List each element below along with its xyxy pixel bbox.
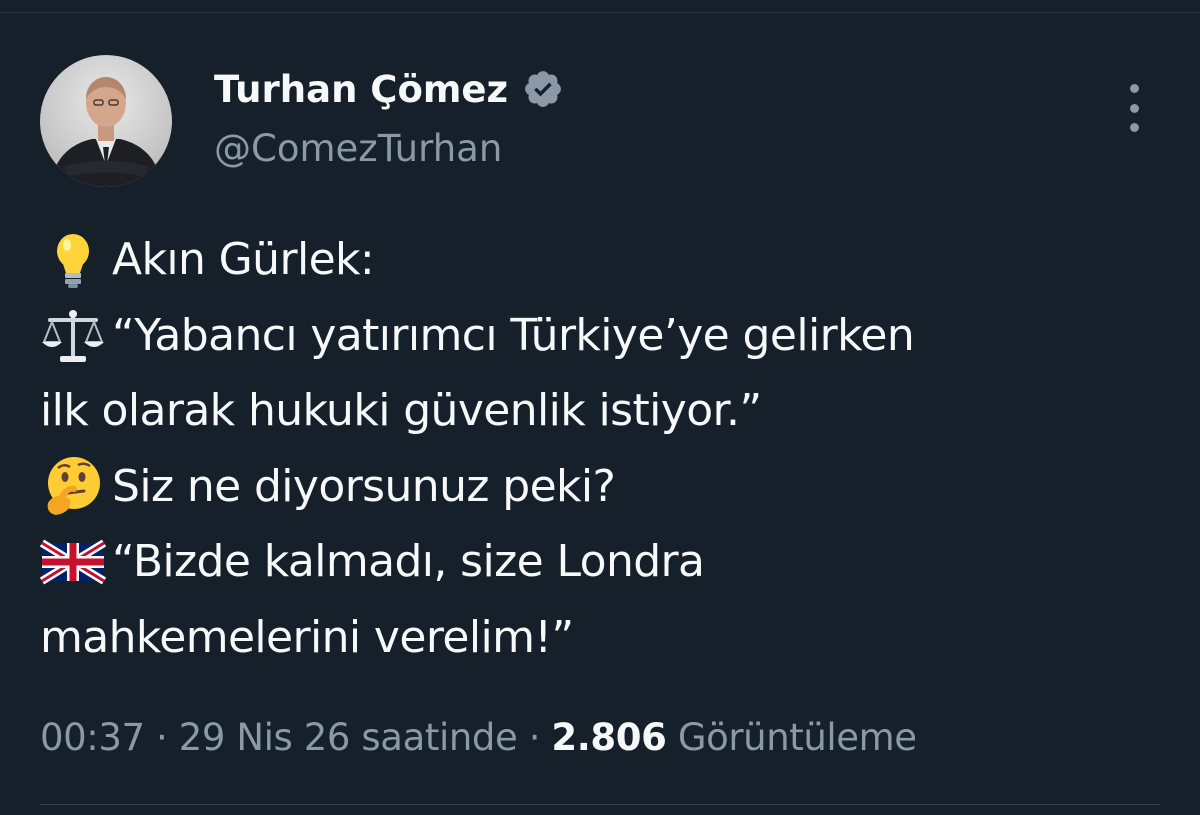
tweet-time[interactable]: 00:37 [40,716,145,759]
handle[interactable]: @ComezTurhan [214,124,564,174]
tweet-line-text: Siz ne diyorsunuz peki? [112,460,616,512]
thinking-face-icon [40,453,106,519]
tweet-line: “Bizde kalmadı, size Londra [39,524,1170,600]
more-dot-icon [1129,84,1139,93]
balance-scale-icon [40,302,106,368]
tweet-line-text: “Bizde kalmadı, size Londra [112,536,705,587]
meta-separator: · [517,716,552,759]
more-dot-icon [1129,103,1139,113]
meta-separator: · [144,716,179,759]
verified-badge-icon [522,68,564,110]
light-bulb-icon [40,227,106,293]
tweet-line: “Yabancı yatırımcı Türkiye’ye gelirken [40,298,1170,374]
views-count[interactable]: 2.806 [551,716,666,759]
display-name-row: Turhan Çömez [214,64,564,114]
tweet-text: Akın Gürlek: “Yabancı yatırımcı Türkiye’… [39,222,1170,676]
tweet-line: Siz ne diyorsunuz peki? [40,449,1170,525]
views-label[interactable]: Görüntüleme [678,716,917,759]
display-name[interactable]: Turhan Çömez [214,68,508,111]
more-options-button[interactable] [1118,84,1150,132]
tweet-line: mahkemelerini verelim!” [40,600,1170,676]
tweet-line-text: mahkemelerini verelim!” [40,611,574,663]
tweet-line-text: ilk olarak hukuki güvenlik istiyor.” [40,385,762,436]
tweet-line: ilk olarak hukuki güvenlik istiyor.” [40,373,1170,449]
bottom-divider [40,804,1160,805]
uk-flag-icon [39,529,107,595]
tweet-line-text: “Yabancı yatırımcı Türkiye’ye gelirken [112,309,915,361]
top-divider [0,12,1200,13]
avatar[interactable] [40,55,172,187]
more-dot-icon [1129,123,1139,132]
tweet-line: Akın Gürlek: [40,222,1170,298]
tweet-date[interactable]: 29 Nis 26 saatinde [179,716,518,759]
tweet-line-text: Akın Gürlek: [112,234,375,285]
author-block: Turhan Çömez @ComezTurhan [214,64,564,174]
tweet-meta: 00:37 · 29 Nis 26 saatinde · 2.806 Görün… [40,708,917,768]
